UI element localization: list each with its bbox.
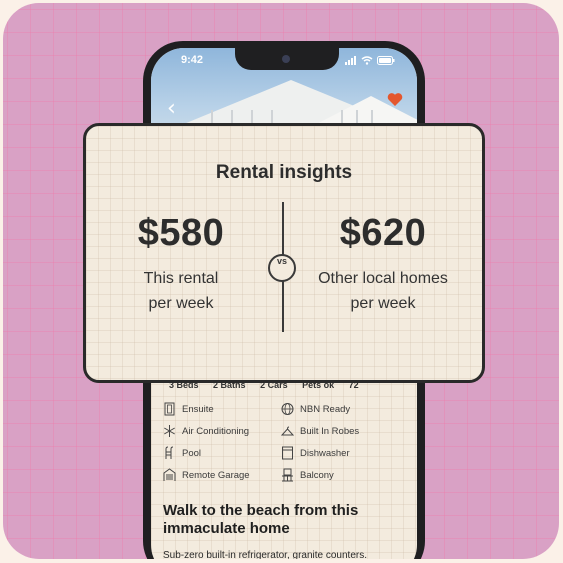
camera-icon — [282, 55, 290, 63]
status-time: 9:42 — [181, 54, 204, 66]
balcony-icon — [282, 468, 293, 482]
amenity-item: Pool — [163, 446, 281, 460]
card-title: Rental insights — [215, 162, 353, 183]
background-tile: ‹ 9:42 3 Beds 2 Baths 2 Cars Pets ok 72 … — [3, 3, 559, 559]
garage-icon — [163, 468, 176, 481]
dishwasher-icon — [282, 446, 293, 460]
back-chevron-icon[interactable]: ‹ — [167, 96, 176, 121]
amenity-label: Air Conditioning — [182, 425, 250, 437]
this-rental-price: $580 — [137, 212, 225, 254]
door-icon — [164, 402, 175, 416]
amenities-grid: Ensuite NBN Ready Air Conditioning Built… — [163, 402, 413, 482]
rental-insights-card: Rental insights $580 This rental per wee… — [83, 123, 485, 383]
listing-headline: Walk to the beach from this immaculate h… — [163, 502, 359, 537]
wifi-icon — [361, 56, 373, 65]
this-rental-label: This rental per week — [86, 266, 276, 316]
amenity-label: Built In Robes — [300, 425, 360, 437]
this-rental-line1: This rental — [143, 270, 219, 287]
amenity-label: Remote Garage — [182, 469, 250, 481]
hanger-icon — [281, 426, 294, 436]
local-homes-line2: per week — [350, 295, 416, 312]
globe-icon — [281, 403, 294, 415]
amenity-item: Ensuite — [163, 402, 281, 416]
phone-notch — [235, 48, 339, 70]
amenity-label: Balcony — [300, 469, 334, 481]
amenity-label: NBN Ready — [300, 403, 351, 415]
amenity-item: Balcony — [281, 468, 399, 482]
amenity-label: Pool — [182, 447, 202, 459]
local-homes-price: $620 — [339, 212, 427, 254]
amenity-item: Air Conditioning — [163, 424, 281, 438]
this-rental-line2: per week — [148, 295, 214, 312]
status-icons — [345, 56, 395, 65]
amenity-item: Dishwasher — [281, 446, 399, 460]
battery-icon — [377, 56, 395, 65]
listing-description: Sub-zero built-in refrigerator, granite … — [163, 550, 367, 559]
pool-ladder-icon — [165, 446, 174, 459]
local-homes-label: Other local homes per week — [288, 266, 478, 316]
amenity-item: Built In Robes — [281, 424, 399, 438]
snowflake-icon — [164, 425, 175, 437]
amenity-item: Remote Garage — [163, 468, 281, 482]
amenity-label: Dishwasher — [300, 447, 350, 459]
signal-icon — [345, 56, 356, 65]
favorite-heart-icon[interactable] — [387, 92, 403, 107]
amenity-label: Ensuite — [182, 403, 214, 415]
amenity-item: NBN Ready — [281, 402, 399, 416]
local-homes-line1: Other local homes — [318, 270, 448, 287]
